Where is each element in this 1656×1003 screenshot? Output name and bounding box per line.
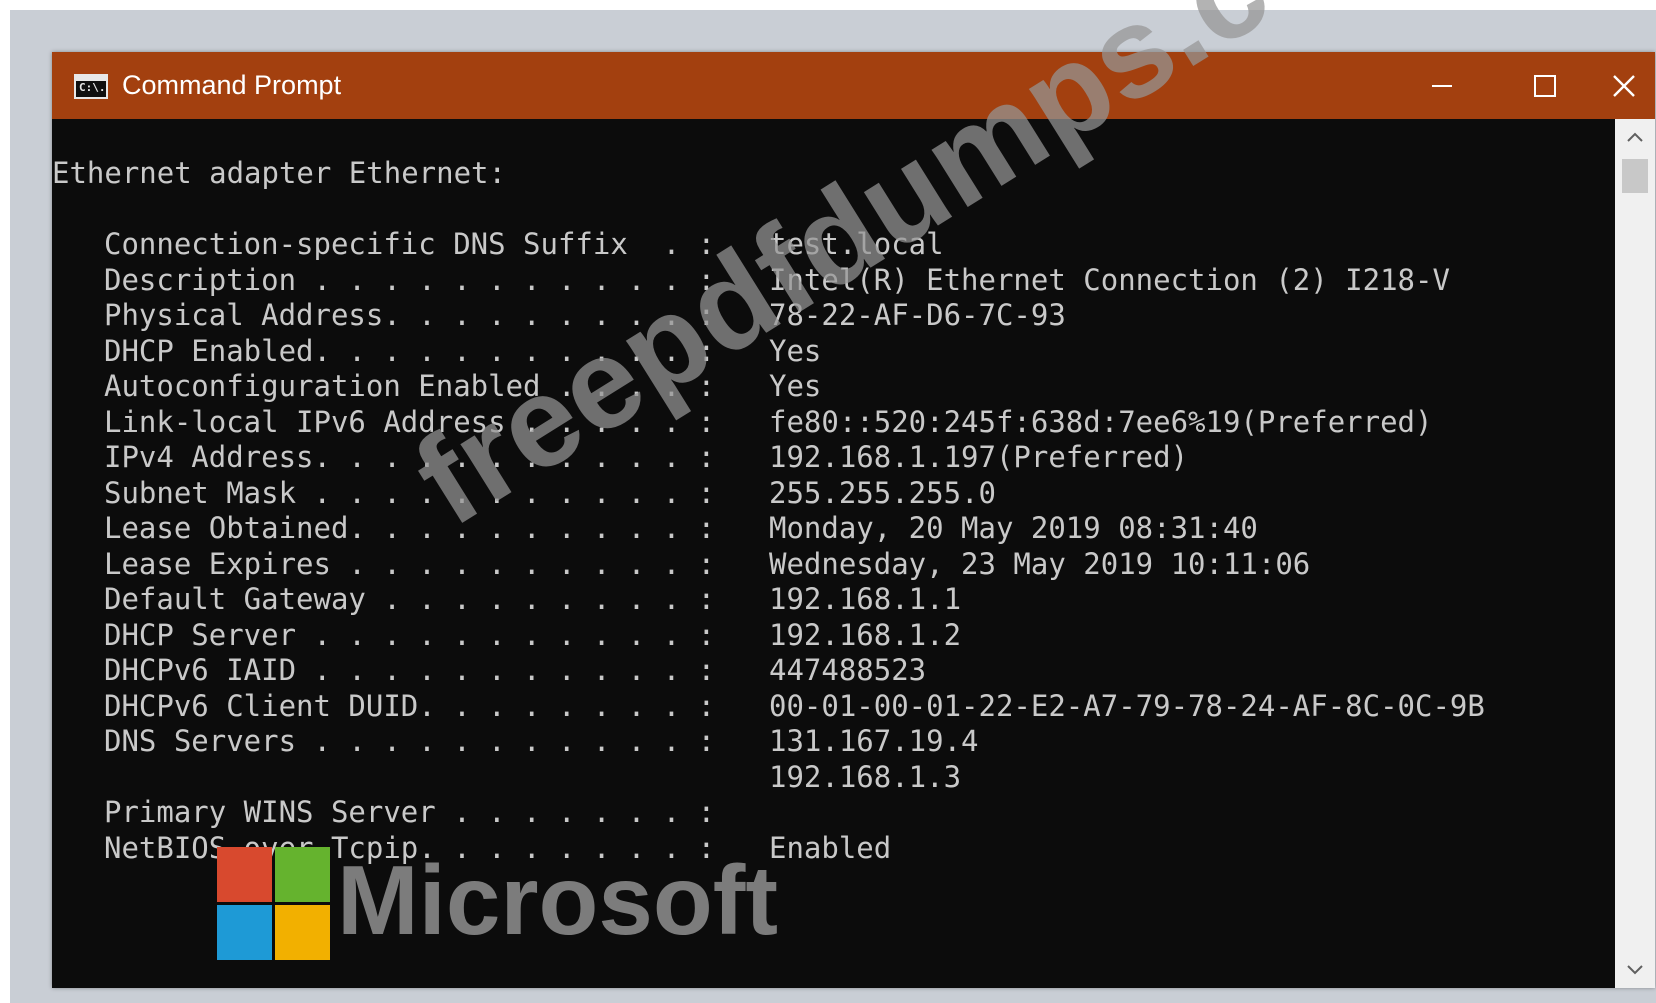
config-row: DHCP Server . . . . . . . . . . . : 192.1… — [52, 618, 1485, 654]
config-value: Intel(R) Ethernet Connection (2) I218-V — [769, 262, 1450, 297]
config-label: DNS Servers . . . . . . . . . . . : — [104, 724, 716, 758]
config-row: 192.168.1.3 — [52, 760, 1485, 796]
icon-label: C:\. — [79, 81, 106, 94]
config-value: 00-01-00-01-22-E2-A7-79-78-24-AF-8C-0C-9… — [769, 688, 1485, 723]
config-row: Autoconfiguration Enabled . . . . : Yes — [52, 369, 1485, 405]
config-label: Physical Address. . . . . . . . . : — [104, 298, 716, 332]
config-value: fe80::520:245f:638d:7ee6%19(Preferred) — [769, 404, 1433, 439]
config-row: Physical Address. . . . . . . . . : 78-22… — [52, 298, 1485, 334]
config-value: 78-22-AF-D6-7C-93 — [769, 298, 1066, 332]
config-label: DHCPv6 IAID . . . . . . . . . . . : — [104, 653, 716, 687]
config-row: DHCPv6 Client DUID. . . . . . . . : 00-01… — [52, 689, 1485, 725]
close-button[interactable] — [1592, 52, 1655, 119]
config-value: Yes — [769, 333, 822, 368]
config-label: Connection-specific DNS Suffix . : — [104, 227, 716, 261]
config-label: Subnet Mask . . . . . . . . . . . : — [104, 475, 716, 510]
config-row: Description . . . . . . . . . . . : Intel… — [52, 263, 1485, 299]
config-value: 192.168.1.2 — [769, 617, 962, 652]
config-value: Yes — [769, 369, 822, 403]
console-text: Ethernet adapter Ethernet: Connection-spe… — [52, 156, 1485, 866]
config-value: 192.168.1.3 — [769, 759, 962, 794]
config-row: IPv4 Address. . . . . . . . . . . : 192.1… — [52, 440, 1485, 476]
chevron-down-icon — [1627, 965, 1643, 975]
config-value: 192.168.1.1 — [769, 582, 962, 616]
config-row: DHCPv6 IAID . . . . . . . . . . . : 44748… — [52, 653, 1485, 689]
config-row: Lease Expires . . . . . . . . . . : Wedne… — [52, 547, 1485, 583]
config-value: test.local — [769, 227, 944, 261]
config-label: DHCP Server . . . . . . . . . . . : — [104, 617, 716, 652]
minimize-icon — [1432, 84, 1452, 87]
config-row: Default Gateway . . . . . . . . . : 192.1… — [52, 582, 1485, 618]
config-value: 255.255.255.0 — [769, 475, 996, 510]
maximize-button[interactable] — [1495, 52, 1595, 119]
maximize-icon — [1534, 74, 1556, 97]
config-row: Primary WINS Server . . . . . . . : — [52, 795, 1485, 831]
command-prompt-window: C:\. Command Prompt Ethernet adapter Eth… — [52, 52, 1655, 988]
config-label: Primary WINS Server . . . . . . . : — [104, 795, 716, 829]
config-row: Lease Obtained. . . . . . . . . . : Monda… — [52, 511, 1485, 547]
adapter-header: Ethernet adapter Ethernet: — [52, 156, 506, 190]
config-label: Description . . . . . . . . . . . : — [104, 262, 716, 297]
config-label: DHCPv6 Client DUID. . . . . . . . : — [104, 688, 716, 723]
config-row: Link-local IPv6 Address . . . . . : fe80:… — [52, 405, 1485, 441]
config-label: DHCP Enabled. . . . . . . . . . . : — [104, 333, 716, 368]
config-label: Autoconfiguration Enabled . . . . : — [104, 369, 716, 403]
config-row: DHCP Enabled. . . . . . . . . . . : Yes — [52, 334, 1485, 370]
chevron-up-icon — [1627, 132, 1643, 142]
config-label: Lease Expires . . . . . . . . . . : — [104, 546, 716, 581]
config-label: Default Gateway . . . . . . . . . : — [104, 582, 716, 616]
config-row: Connection-specific DNS Suffix . : test.l… — [52, 227, 1485, 263]
config-value: Wednesday, 23 May 2019 10:11:06 — [769, 546, 1311, 581]
config-value: 131.167.19.4 — [769, 724, 979, 758]
config-label: Link-local IPv6 Address . . . . . : — [104, 404, 716, 439]
title-bar[interactable]: C:\. Command Prompt — [52, 52, 1655, 119]
minimize-button[interactable] — [1392, 52, 1492, 119]
config-row: Subnet Mask . . . . . . . . . . . : 255.2… — [52, 476, 1485, 512]
config-value: 447488523 — [769, 653, 927, 687]
config-value: Monday, 20 May 2019 08:31:40 — [769, 511, 1258, 545]
console-output[interactable]: Ethernet adapter Ethernet: Connection-spe… — [52, 119, 1615, 988]
config-value: Enabled — [769, 830, 892, 865]
command-prompt-icon: C:\. — [74, 74, 108, 99]
config-value: 192.168.1.197(Preferred) — [769, 440, 1189, 474]
close-icon — [1612, 74, 1635, 97]
config-row: NetBIOS over Tcpip. . . . . . . . : Enabl… — [52, 831, 1485, 867]
scroll-thumb[interactable] — [1622, 159, 1648, 193]
config-label: IPv4 Address. . . . . . . . . . . : — [104, 440, 716, 474]
screenshot-frame: C:\. Command Prompt Ethernet adapter Eth… — [10, 0, 1656, 1003]
window-title: Command Prompt — [122, 70, 342, 100]
config-row: DNS Servers . . . . . . . . . . . : 131.1… — [52, 724, 1485, 760]
config-label: NetBIOS over Tcpip. . . . . . . . : — [104, 830, 716, 865]
config-label: Lease Obtained. . . . . . . . . . : — [104, 511, 716, 545]
scroll-down-button[interactable] — [1615, 952, 1655, 988]
scroll-up-button[interactable] — [1615, 119, 1655, 155]
vertical-scrollbar[interactable] — [1615, 119, 1655, 988]
